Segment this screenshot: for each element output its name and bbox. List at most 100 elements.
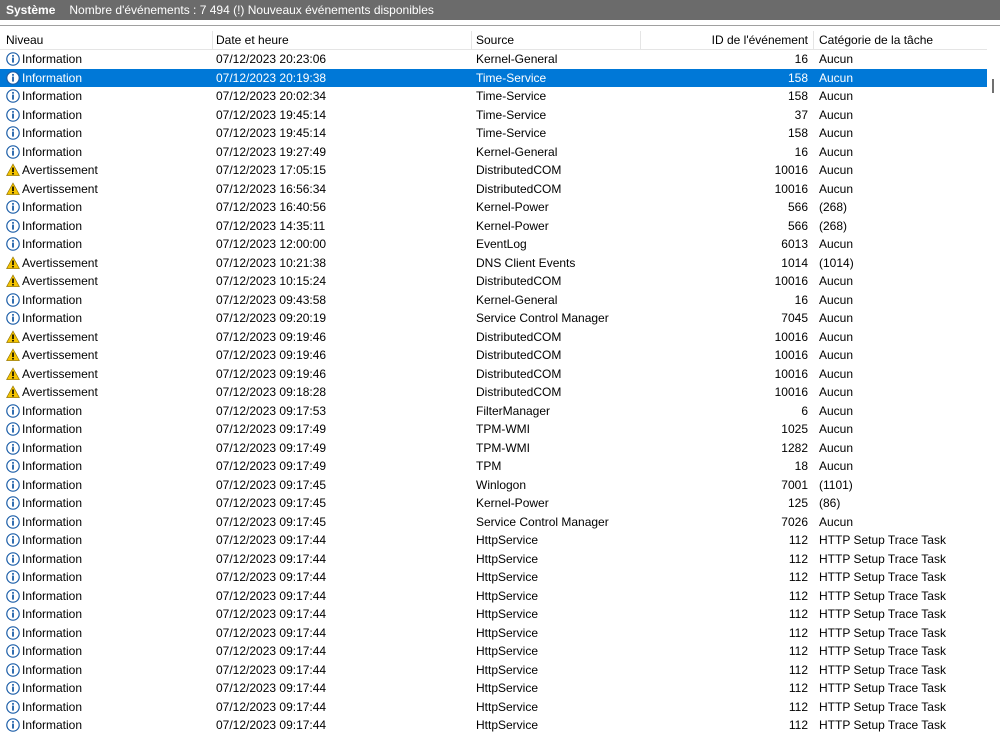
date-cell: 07/12/2023 14:35:11 <box>216 218 326 233</box>
table-row[interactable]: Information 07/12/2023 09:17:44 HttpServic… <box>0 550 987 569</box>
source-cell: HttpService <box>476 662 539 677</box>
column-header-source[interactable]: Source <box>476 33 514 47</box>
vertical-scrollbar[interactable] <box>987 31 1000 730</box>
table-row[interactable]: Information 07/12/2023 09:17:44 HttpServic… <box>0 568 987 587</box>
source-cell: DistributedCOM <box>476 329 562 344</box>
table-row[interactable]: Information 07/12/2023 09:17:44 HttpServic… <box>0 698 987 717</box>
level-cell: Information <box>6 71 82 85</box>
event-id-cell: 566 <box>787 200 808 214</box>
level-cell: Information <box>6 200 82 214</box>
column-divider[interactable] <box>212 31 213 49</box>
level-text: Information <box>22 681 83 695</box>
info-icon <box>6 551 20 566</box>
column-header-category[interactable]: Catégorie de la tâche <box>819 33 933 47</box>
date-cell: 07/12/2023 09:18:28 <box>216 385 327 399</box>
table-row[interactable]: Information 07/12/2023 09:17:45 Service Co… <box>0 513 987 532</box>
table-row[interactable]: Information 07/12/2023 19:45:14 Time-Servi… <box>0 106 987 125</box>
warning-icon <box>6 348 20 362</box>
level-cell: Information <box>6 663 82 677</box>
source-cell: DistributedCOM <box>476 274 562 288</box>
table-row[interactable]: Information 07/12/2023 09:20:19 Service Co… <box>0 309 987 328</box>
table-row[interactable]: Information 07/12/2023 09:17:44 HttpServic… <box>0 679 987 698</box>
date-cell: 07/12/2023 09:17:44 <box>216 607 327 621</box>
event-id-cell: 16 <box>794 144 808 159</box>
table-row[interactable]: Information 07/12/2023 09:17:44 HttpServic… <box>0 716 987 735</box>
category-cell: Aucun <box>819 514 854 529</box>
table-row[interactable]: Information 07/12/2023 16:40:56 Kernel-Pow… <box>0 198 987 217</box>
column-header-event-id[interactable]: ID de l'événement <box>640 33 808 47</box>
table-row[interactable]: Information 07/12/2023 09:17:44 HttpServic… <box>0 624 987 643</box>
date-cell: 07/12/2023 20:23:06 <box>216 52 327 66</box>
column-header-date[interactable]: Date et heure <box>216 33 289 47</box>
level-text: Information <box>22 644 83 658</box>
info-icon <box>6 292 20 307</box>
table-row[interactable]: Information 07/12/2023 09:17:44 HttpServic… <box>0 661 987 680</box>
date-cell: 07/12/2023 09:17:44 <box>216 644 327 658</box>
table-row[interactable]: Information 07/12/2023 20:02:34 Time-Servi… <box>0 87 987 106</box>
category-cell: Aucun <box>819 348 854 362</box>
event-id-cell: 10016 <box>774 163 808 177</box>
table-row[interactable]: Information 07/12/2023 14:35:11 Kernel-Pow… <box>0 217 987 236</box>
table-row[interactable]: Information 07/12/2023 09:17:49 TPM 18 Aucun <box>0 457 987 476</box>
event-id-cell: 16 <box>794 52 808 66</box>
level-text: Information <box>22 126 83 140</box>
level-text: Information <box>22 662 83 677</box>
level-cell: Information <box>6 293 82 307</box>
date-cell: 07/12/2023 09:17:45 <box>216 477 327 492</box>
title-separator <box>0 20 1000 26</box>
event-id-cell: 6013 <box>781 237 808 251</box>
table-row[interactable]: Information 07/12/2023 19:45:14 Time-Servi… <box>0 124 987 143</box>
table-row[interactable]: Information 07/12/2023 09:17:44 HttpServic… <box>0 587 987 606</box>
warning-icon <box>6 274 20 288</box>
category-cell: Aucun <box>819 181 854 196</box>
column-header-level[interactable]: Niveau <box>6 33 43 47</box>
table-row[interactable]: Information 07/12/2023 09:17:44 HttpServic… <box>0 642 987 661</box>
category-cell: HTTP Setup Trace Task <box>819 625 946 640</box>
level-text: Information <box>22 699 83 714</box>
table-row[interactable]: Information 07/12/2023 12:00:00 EventLog 60… <box>0 235 987 254</box>
table-row[interactable]: Information 07/12/2023 20:23:06 Kernel-Gen… <box>0 50 987 69</box>
table-row[interactable]: Information 07/12/2023 09:17:49 TPM-WMI 102… <box>0 420 987 439</box>
table-row[interactable]: Avertissement 07/12/2023 17:05:15 Distribu… <box>0 161 987 180</box>
category-cell: HTTP Setup Trace Task <box>819 662 946 677</box>
date-cell: 07/12/2023 09:17:44 <box>216 625 327 640</box>
level-cell: Information <box>6 700 82 714</box>
table-row[interactable]: Information 07/12/2023 09:17:45 Winlogon 70… <box>0 476 987 495</box>
table-row[interactable]: Avertissement 07/12/2023 09:19:46 Distribu… <box>0 346 987 365</box>
source-cell: HttpService <box>476 533 539 547</box>
table-row[interactable]: Information 07/12/2023 19:27:49 Kernel-Gen… <box>0 143 987 162</box>
level-text: Information <box>22 477 83 492</box>
level-cell: Information <box>6 52 82 66</box>
table-row[interactable]: Information 07/12/2023 09:17:53 FilterMana… <box>0 402 987 421</box>
table-row[interactable]: Information 07/12/2023 09:17:49 TPM-WMI 128… <box>0 439 987 458</box>
table-row[interactable]: Avertissement 07/12/2023 10:21:38 DNS Clie… <box>0 254 987 273</box>
table-row[interactable]: Avertissement 07/12/2023 10:15:24 Distribu… <box>0 272 987 291</box>
table-row[interactable]: Avertissement 07/12/2023 09:19:46 Distribu… <box>0 328 987 347</box>
event-id-cell: 158 <box>787 89 808 103</box>
event-id-cell: 112 <box>788 681 808 695</box>
date-cell: 07/12/2023 09:17:45 <box>216 496 327 510</box>
date-cell: 07/12/2023 16:56:34 <box>216 181 327 196</box>
info-icon <box>6 588 20 603</box>
level-text: Information <box>22 218 83 233</box>
column-divider[interactable] <box>471 31 472 49</box>
scrollbar-thumb[interactable] <box>992 79 994 93</box>
level-text: Information <box>22 440 83 455</box>
table-row[interactable]: Information 07/12/2023 09:17:44 HttpServic… <box>0 531 987 550</box>
source-cell: HttpService <box>476 681 539 695</box>
table-row[interactable]: Avertissement 07/12/2023 16:56:34 Distribu… <box>0 180 987 199</box>
level-text: Information <box>22 607 83 621</box>
category-cell: Aucun <box>819 292 854 307</box>
table-row[interactable]: Information 07/12/2023 09:17:44 HttpServic… <box>0 605 987 624</box>
event-id-cell: 112 <box>788 570 808 584</box>
table-row[interactable]: Information 07/12/2023 09:17:45 Kernel-Pow… <box>0 494 987 513</box>
event-id-cell: 7045 <box>781 311 808 325</box>
table-row[interactable]: Avertissement 07/12/2023 09:19:46 Distribu… <box>0 365 987 384</box>
table-body: Information 07/12/2023 20:23:06 Kernel-Gen… <box>0 50 987 735</box>
level-text: Information <box>22 70 83 85</box>
table-row[interactable]: Information 07/12/2023 09:43:58 Kernel-Gen… <box>0 291 987 310</box>
table-row[interactable]: Avertissement 07/12/2023 09:18:28 Distribu… <box>0 383 987 402</box>
table-row[interactable]: Information 07/12/2023 20:19:38 Time-Servi… <box>0 68 987 87</box>
column-divider[interactable] <box>813 31 814 49</box>
event-id-cell: 112 <box>788 644 808 658</box>
